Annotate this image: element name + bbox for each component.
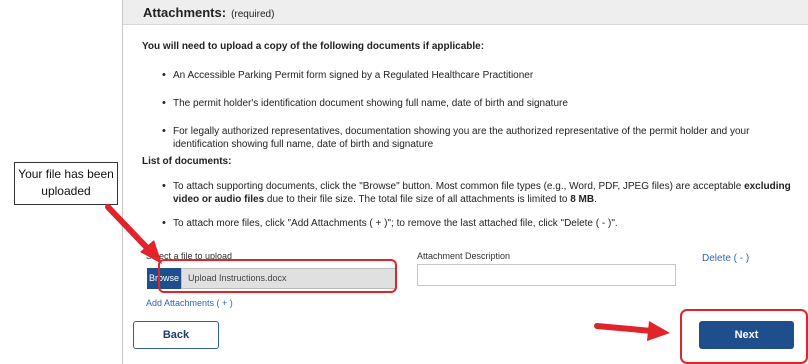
requirements-list: An Accessible Parking Permit form signed…: [162, 69, 802, 151]
file-highlight-box: [158, 259, 397, 293]
section-header: Attachments: (required): [123, 0, 808, 25]
delete-attachment-link[interactable]: Delete ( - ): [702, 253, 749, 264]
back-button[interactable]: Back: [133, 321, 219, 349]
file-size-limit: 8 MB: [570, 194, 595, 205]
instruction-text: To attach supporting documents, click th…: [173, 181, 745, 192]
requirement-item: An Accessible Parking Permit form signed…: [162, 69, 802, 82]
section-title-text: Attachments:: [143, 5, 227, 20]
attachment-description-label: Attachment Description: [417, 251, 511, 261]
add-attachments-link[interactable]: Add Attachments ( + ): [146, 298, 233, 308]
intro-text: You will need to upload a copy of the fo…: [142, 41, 485, 52]
instruction-item: To attach supporting documents, click th…: [162, 180, 808, 206]
upload-callout: Your file has been uploaded: [14, 162, 118, 205]
required-marker: (required): [231, 9, 275, 20]
instruction-text: due to their file size. The total file s…: [264, 194, 571, 205]
attachment-description-input[interactable]: [417, 264, 676, 286]
instructions-list: To attach supporting documents, click th…: [162, 180, 808, 241]
list-title: List of documents:: [142, 156, 232, 167]
instruction-item: To attach more files, click "Add Attachm…: [162, 217, 808, 230]
instruction-text: .: [594, 194, 597, 205]
requirement-item: The permit holder's identification docum…: [162, 97, 802, 110]
next-highlight-box: [680, 309, 808, 364]
section-title: Attachments: (required): [143, 5, 274, 20]
requirement-item: For legally authorized representatives, …: [162, 125, 802, 151]
